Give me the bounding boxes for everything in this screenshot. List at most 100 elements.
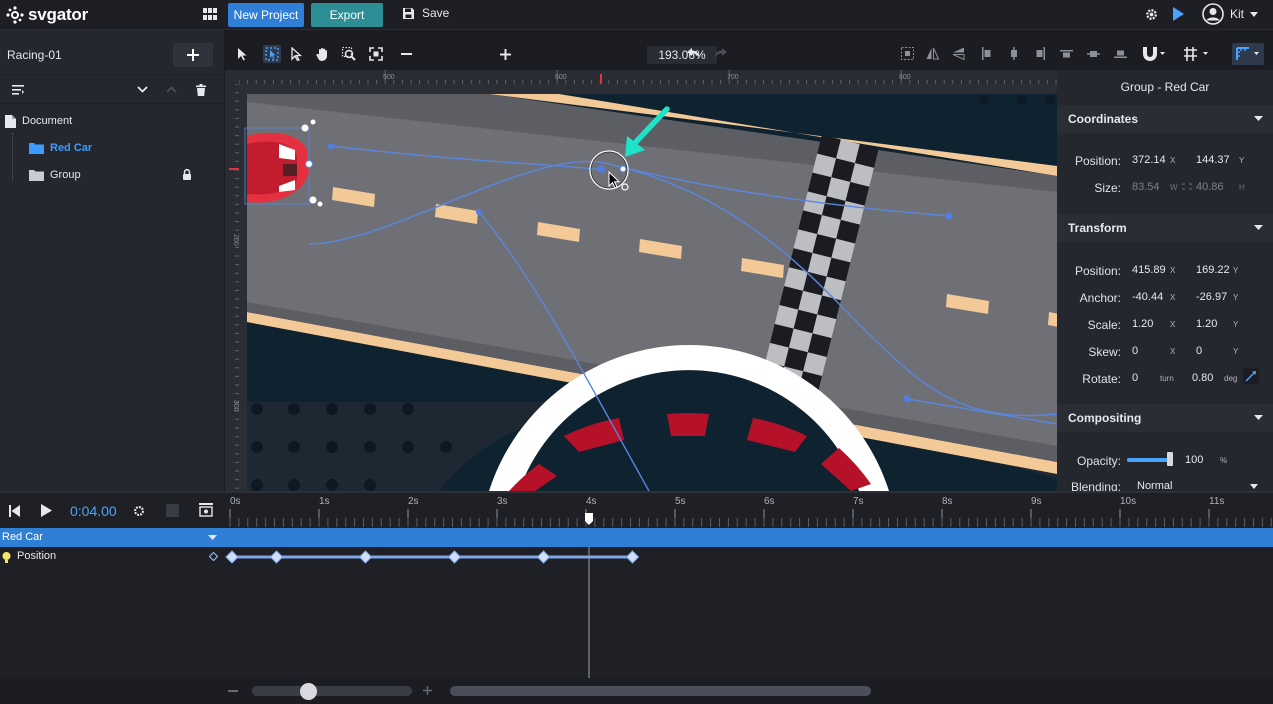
top-bar: svgator New Project Export Save Kit: [0, 0, 1273, 30]
align-middle-icon[interactable]: [1087, 50, 1100, 58]
timeline-zoom-handle[interactable]: [300, 683, 317, 700]
track-position[interactable]: Position: [0, 547, 225, 567]
ruler-left: 200 300: [225, 84, 239, 491]
user-menu[interactable]: Kit: [1202, 3, 1259, 25]
node-tool-icon[interactable]: [263, 45, 281, 63]
canvas[interactable]: [239, 84, 1057, 491]
track-red-car[interactable]: Red Car: [0, 528, 1273, 547]
align-to-selection-icon[interactable]: [901, 47, 914, 60]
unit-x: X: [1170, 347, 1176, 356]
select-tool-icon[interactable]: [237, 47, 248, 61]
opacity-slider-handle[interactable]: [1167, 452, 1173, 466]
unit-x: X: [1170, 320, 1176, 329]
compositing-section-header[interactable]: Compositing: [1057, 404, 1273, 432]
align-right-icon[interactable]: [1035, 47, 1045, 60]
ruler-label: 200: [232, 234, 239, 246]
caret-down-icon: [1254, 225, 1263, 230]
timeline-zoom-slider[interactable]: [252, 686, 412, 696]
scale-y[interactable]: 1.20: [1196, 318, 1217, 330]
layers-menu-icon[interactable]: [12, 85, 24, 95]
user-name: Kit: [1230, 7, 1245, 21]
layer-red-car[interactable]: Red Car: [0, 137, 224, 159]
zoom-tool-icon[interactable]: [342, 47, 356, 61]
collapse-chevron-icon[interactable]: [137, 86, 148, 93]
grid-icon[interactable]: [1183, 46, 1211, 62]
rotate-turn[interactable]: 0: [1132, 372, 1138, 384]
transform-position-x[interactable]: 415.89: [1132, 264, 1166, 276]
size-label: Size:: [1094, 181, 1121, 195]
layer-document[interactable]: Document: [0, 110, 224, 132]
skip-to-start-icon[interactable]: [9, 505, 20, 517]
transform-position-y[interactable]: 169.22: [1196, 264, 1230, 276]
trash-icon[interactable]: [196, 84, 206, 96]
timeline-footer: [0, 678, 1273, 704]
layer-group[interactable]: Group: [0, 164, 224, 186]
size-height[interactable]: 40.86: [1196, 181, 1224, 193]
rulers-guides-icon[interactable]: [1232, 43, 1264, 65]
rotate-deg[interactable]: 0.80: [1192, 372, 1213, 384]
new-project-button[interactable]: New Project: [228, 3, 304, 27]
current-time[interactable]: 0:04.00: [70, 503, 117, 519]
align-center-h-icon[interactable]: [1009, 47, 1019, 60]
logo-text: svgator: [28, 5, 89, 24]
play-icon[interactable]: [41, 504, 52, 517]
coord-position-x[interactable]: 372.14: [1132, 154, 1166, 166]
layers-panel: Racing-01 Document Red Car Group: [0, 30, 225, 491]
hand-pan-icon[interactable]: [316, 47, 330, 61]
add-element-button[interactable]: [173, 43, 213, 67]
undo-icon[interactable]: [687, 48, 701, 59]
caret-down-icon[interactable]: [1250, 484, 1258, 489]
link-ratio-icon[interactable]: [1182, 183, 1192, 190]
lock-icon[interactable]: [182, 169, 192, 180]
add-keyframe-icon[interactable]: [209, 552, 218, 561]
preferences-gear-icon[interactable]: [1144, 7, 1159, 22]
anchor-x[interactable]: -40.44: [1132, 291, 1163, 303]
keyframe-lane[interactable]: [225, 547, 1273, 682]
redo-icon[interactable]: [713, 48, 727, 59]
keyframe-toggle-icon[interactable]: [166, 504, 179, 517]
unit-deg: deg: [1224, 374, 1238, 383]
zoom-in-icon[interactable]: [500, 49, 511, 60]
timeline-scrollbar[interactable]: [450, 686, 871, 696]
skew-y[interactable]: 0: [1196, 345, 1202, 357]
snapping-magnet-icon[interactable]: [1142, 46, 1166, 62]
skew-x[interactable]: 0: [1132, 345, 1138, 357]
size-width[interactable]: 83.54: [1132, 181, 1160, 193]
timeline-ruler[interactable]: 0s 1s 2s 3s 4s 5s 6s 7s 8s 9s 10s 11s: [225, 493, 1273, 528]
orient-to-path-icon[interactable]: [1243, 368, 1259, 384]
scale-x[interactable]: 1.20: [1132, 318, 1153, 330]
coordinates-section-header[interactable]: Coordinates: [1057, 105, 1273, 133]
move-up-chevron-icon[interactable]: [166, 86, 177, 93]
transform-section-header[interactable]: Transform: [1057, 214, 1273, 242]
zoom-out-icon[interactable]: [401, 53, 412, 55]
caret-down-icon: [1254, 415, 1263, 420]
save-button[interactable]: Save: [402, 6, 449, 20]
logo[interactable]: svgator: [6, 5, 88, 25]
canvas-toolbar: 193.06%: [225, 40, 1273, 70]
artboard[interactable]: [239, 84, 1057, 491]
fit-screen-icon[interactable]: [369, 47, 383, 61]
caret-down-icon[interactable]: [208, 535, 217, 540]
opacity-value[interactable]: 100: [1185, 454, 1203, 466]
anchor-y[interactable]: -26.97: [1196, 291, 1227, 303]
flip-vertical-icon[interactable]: [952, 47, 965, 60]
align-bottom-icon[interactable]: [1114, 50, 1127, 58]
align-left-icon[interactable]: [982, 47, 992, 60]
blending-select[interactable]: Normal: [1137, 480, 1172, 491]
zoom-level[interactable]: 193.06%: [647, 46, 717, 64]
flip-horizontal-icon[interactable]: [926, 47, 939, 60]
coord-position-y[interactable]: 144.37: [1196, 154, 1230, 166]
apps-grid-icon[interactable]: [203, 8, 217, 20]
timeline-settings-gear-icon[interactable]: [132, 504, 146, 518]
timeline-view-icon[interactable]: [199, 503, 213, 517]
opacity-slider[interactable]: [1127, 458, 1171, 462]
align-top-icon[interactable]: [1060, 50, 1073, 58]
ruler-corner: [225, 70, 239, 84]
export-button[interactable]: Export: [311, 3, 383, 27]
preview-play-icon[interactable]: [1172, 7, 1184, 21]
zoom-out-icon[interactable]: [228, 690, 238, 692]
zoom-in-icon[interactable]: [423, 686, 432, 695]
pen-select-tool-icon[interactable]: [291, 47, 302, 61]
blending-label: Blending:: [1070, 480, 1121, 491]
project-name[interactable]: Racing-01: [7, 48, 62, 62]
